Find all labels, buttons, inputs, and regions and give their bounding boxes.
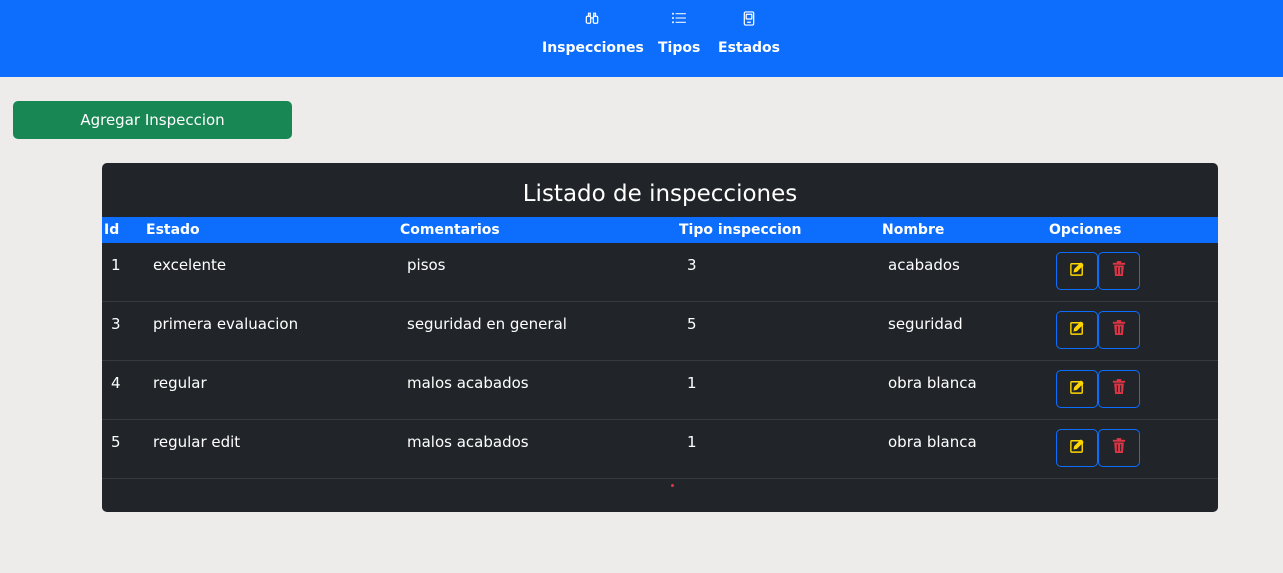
cell-id: 4 [111, 374, 121, 392]
cell-tipo: 1 [687, 433, 697, 451]
nav-item-tipos[interactable]: Tipos [658, 8, 700, 56]
trash-icon [1112, 438, 1126, 458]
edit-icon [1070, 261, 1084, 281]
cell-id: 5 [111, 433, 121, 451]
edit-button[interactable] [1056, 429, 1098, 467]
edit-button[interactable] [1056, 311, 1098, 349]
delete-button[interactable] [1098, 370, 1140, 408]
column-header-comentarios: Comentarios [400, 222, 500, 238]
nav-label: Tipos [658, 40, 701, 56]
edit-button[interactable] [1056, 370, 1098, 408]
table-row: 5 regular edit malos acabados 1 obra bla… [102, 420, 1218, 479]
cell-comentarios: pisos [407, 256, 446, 274]
column-header-opciones: Opciones [1049, 222, 1122, 238]
cell-nombre: seguridad [888, 315, 963, 333]
cell-nombre: obra blanca [888, 433, 977, 451]
cell-nombre: obra blanca [888, 374, 977, 392]
table-title: Listado de inspecciones [522, 181, 798, 207]
delete-button[interactable] [1098, 311, 1140, 349]
cell-comentarios: malos acabados [407, 433, 529, 451]
cell-nombre: acabados [888, 256, 960, 274]
delete-button[interactable] [1098, 429, 1140, 467]
column-header-nombre: Nombre [882, 222, 945, 238]
cell-tipo: 5 [687, 315, 697, 333]
cell-estado: regular [153, 374, 207, 392]
cell-tipo: 3 [687, 256, 697, 274]
cell-estado: regular edit [153, 433, 241, 451]
cell-comentarios: seguridad en general [407, 315, 567, 333]
binoculars-icon [583, 8, 601, 28]
nav-label: Estados [718, 40, 781, 56]
cell-estado: excelente [153, 256, 227, 274]
table-header: Id Estado Comentarios Tipo inspeccion No… [102, 217, 1218, 243]
trash-icon [1112, 320, 1126, 340]
delete-button[interactable] [1098, 252, 1140, 290]
nav-item-estados[interactable]: Estados [718, 8, 780, 56]
edit-icon [1070, 320, 1084, 340]
column-header-estado: Estado [146, 222, 200, 238]
trash-icon [1112, 379, 1126, 399]
cell-tipo: 1 [687, 374, 697, 392]
column-header-id: Id [104, 222, 120, 238]
nav-label: Inspecciones [542, 40, 644, 56]
list-icon [670, 8, 688, 28]
cell-id: 3 [111, 315, 121, 333]
cell-estado: primera evaluacion [153, 315, 299, 333]
table-row: 4 regular malos acabados 1 obra blanca [102, 361, 1218, 420]
indicator-dot [671, 484, 674, 487]
edit-button[interactable] [1056, 252, 1098, 290]
cell-id: 1 [111, 256, 121, 274]
column-header-tipo-inspeccion: Tipo inspeccion [679, 222, 802, 238]
cell-comentarios: malos acabados [407, 374, 529, 392]
edit-icon [1070, 379, 1084, 399]
top-navbar: Inspecciones Tipos Estados [0, 0, 1283, 77]
table-row: 3 primera evaluacion seguridad en genera… [102, 302, 1218, 361]
trash-icon [1112, 261, 1126, 281]
table-row: 1 excelente pisos 3 acabados [102, 243, 1218, 302]
inspecciones-table-card: Listado de inspecciones Id Estado Coment… [102, 163, 1218, 512]
device-icon [740, 8, 758, 28]
edit-icon [1070, 438, 1084, 458]
add-inspeccion-button[interactable]: Agregar Inspeccion [13, 101, 292, 139]
nav-item-inspecciones[interactable]: Inspecciones [542, 8, 644, 56]
